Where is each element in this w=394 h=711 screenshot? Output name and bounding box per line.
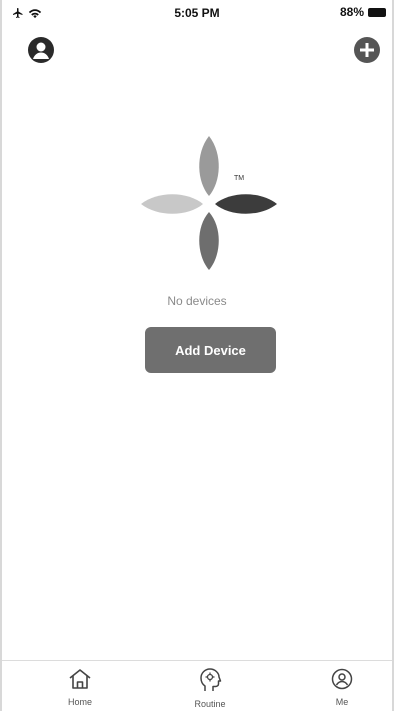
add-device-button[interactable]: Add Device <box>145 327 276 373</box>
brand-logo: TM <box>137 132 282 272</box>
status-bar: 5:05 PM 88% <box>2 0 392 26</box>
tab-bar: Home Routine Me <box>2 660 392 711</box>
empty-state-text: No devices <box>167 294 227 308</box>
logo-petal-right <box>215 194 277 214</box>
tab-home-label: Home <box>67 697 92 707</box>
tab-home[interactable]: Home <box>45 667 115 707</box>
logo-trademark: TM <box>234 175 244 182</box>
tab-me[interactable]: Me <box>307 667 377 707</box>
battery-icon <box>368 7 386 17</box>
logo-petal-bottom <box>199 212 219 270</box>
logo-petal-top <box>199 136 219 196</box>
tab-me-label: Me <box>335 697 349 707</box>
profile-button[interactable] <box>28 37 54 63</box>
status-time: 5:05 PM <box>174 6 220 20</box>
profile-icon <box>33 42 49 59</box>
me-icon <box>331 668 353 690</box>
logo-petal-left <box>141 194 203 214</box>
routine-icon <box>200 668 222 691</box>
tab-routine-label: Routine <box>194 699 226 709</box>
add-button[interactable] <box>354 37 380 63</box>
status-right: 88% <box>340 5 386 19</box>
battery-percent: 88% <box>339 5 364 19</box>
tab-routine[interactable]: Routine <box>175 667 245 709</box>
app-screen: 5:05 PM 88% TM No devices Add Device Hom… <box>0 0 394 711</box>
add-icon <box>360 43 374 57</box>
home-icon <box>69 669 91 689</box>
